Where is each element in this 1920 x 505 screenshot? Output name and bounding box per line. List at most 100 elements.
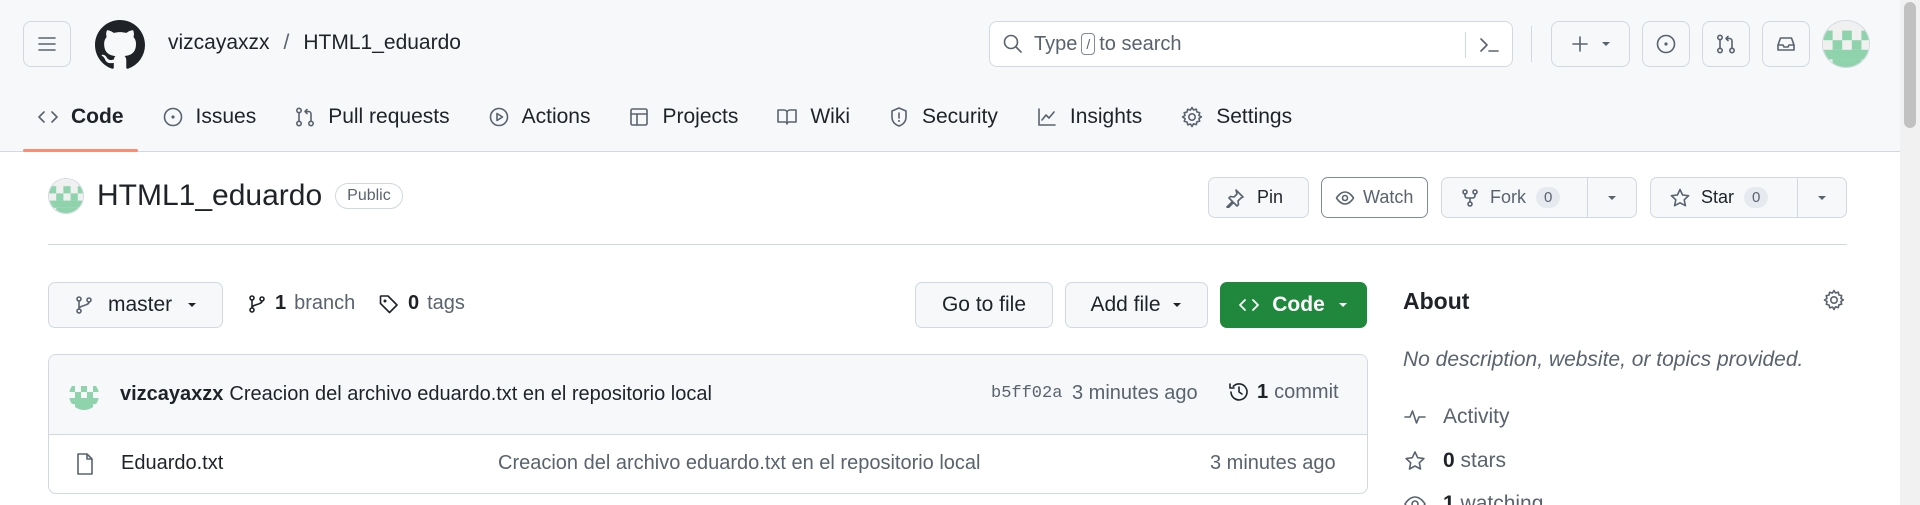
activity-link[interactable]: Activity — [1403, 405, 1510, 429]
add-file-button[interactable]: Add file — [1065, 282, 1208, 328]
file-commit-message[interactable]: Creacion del archivo eduardo.txt en el r… — [498, 452, 981, 475]
stars-count: 0 — [1443, 449, 1455, 472]
tab-code[interactable]: Code — [23, 96, 138, 152]
pin-label: Pin — [1257, 187, 1284, 207]
pulse-icon — [1404, 410, 1426, 424]
tab-pull-requests[interactable]: Pull requests — [280, 96, 463, 138]
tab-projects-label: Projects — [662, 105, 739, 128]
caret-down-icon — [1338, 303, 1347, 307]
plus-icon — [1571, 36, 1588, 52]
latest-commit: vizcayaxzx Creacion del archivo eduardo.… — [49, 355, 1367, 435]
fork-button[interactable]: Fork 0 — [1441, 177, 1637, 218]
eye-icon — [1404, 496, 1426, 505]
tab-settings[interactable]: Settings — [1166, 96, 1306, 138]
branches-label: branch — [294, 292, 356, 314]
commit-sha[interactable]: b5ff02a — [991, 384, 1062, 403]
inbox-button[interactable] — [1762, 21, 1810, 67]
tab-actions-label: Actions — [521, 105, 591, 128]
tab-security[interactable]: Security — [874, 96, 1012, 138]
commits-label: commit — [1274, 380, 1339, 403]
add-file-label: Add file — [1090, 293, 1161, 316]
tags-count: 0 — [408, 292, 420, 314]
breadcrumb-repo[interactable]: HTML1_eduardo — [303, 31, 461, 55]
repo-name[interactable]: HTML1_eduardo — [97, 179, 322, 213]
identicon-avatar-icon — [49, 179, 83, 213]
branch-selector[interactable]: master — [48, 282, 223, 328]
gear-icon — [1181, 106, 1203, 128]
go-to-file-label: Go to file — [941, 293, 1027, 316]
commits-link[interactable]: 1 commit — [1227, 380, 1339, 404]
star-count: 0 — [1744, 187, 1769, 208]
star-icon — [1670, 188, 1690, 206]
issue-opened-icon — [1656, 34, 1676, 54]
github-logo-icon[interactable] — [95, 20, 145, 70]
tab-issues[interactable]: Issues — [148, 96, 271, 138]
visibility-badge: Public — [335, 183, 403, 209]
shield-icon — [891, 107, 907, 127]
issue-opened-icon — [163, 107, 182, 127]
star-button[interactable]: Star 0 — [1650, 177, 1847, 218]
watching-count: 1 — [1443, 492, 1455, 505]
menu-button[interactable] — [23, 21, 71, 67]
tag-icon — [379, 294, 398, 313]
code-button[interactable]: Code — [1220, 282, 1367, 328]
fork-label: Fork — [1490, 187, 1526, 207]
commits-count: 1 — [1257, 380, 1269, 403]
git-pull-request-icon — [1716, 34, 1736, 54]
watching-link[interactable]: 1 watching — [1403, 492, 1543, 505]
about-description: No description, website, or topics provi… — [1403, 348, 1804, 371]
about-settings-button[interactable] — [1822, 288, 1846, 312]
caret-down-icon — [1818, 195, 1826, 200]
breadcrumb-owner[interactable]: vizcayaxzx — [168, 31, 270, 55]
git-branch-icon — [249, 294, 265, 313]
scrollbar-thumb[interactable] — [1904, 2, 1916, 128]
fork-main[interactable]: Fork 0 — [1442, 178, 1588, 217]
activity-label: Activity — [1443, 405, 1510, 428]
caret-down-icon — [1601, 42, 1610, 46]
star-main[interactable]: Star 0 — [1651, 178, 1798, 217]
divider — [48, 244, 1847, 245]
go-to-file-button[interactable]: Go to file — [915, 282, 1053, 328]
issues-button[interactable] — [1642, 21, 1690, 67]
fork-count: 0 — [1536, 187, 1561, 208]
commit-author-avatar[interactable] — [69, 379, 99, 410]
identicon-avatar-icon — [69, 379, 99, 410]
command-palette-icon[interactable] — [1476, 32, 1502, 58]
file-icon — [77, 453, 93, 475]
tab-insights[interactable]: Insights — [1022, 96, 1156, 138]
repo-owner-avatar[interactable] — [48, 178, 84, 214]
search-icon — [1003, 34, 1022, 53]
tab-wiki[interactable]: Wiki — [762, 96, 864, 138]
git-pull-request-icon — [296, 107, 315, 127]
tab-actions[interactable]: Actions — [474, 96, 605, 138]
graph-icon — [1038, 108, 1056, 126]
search-input[interactable]: Type / to search — [989, 21, 1513, 67]
file-name[interactable]: Eduardo.txt — [121, 452, 223, 475]
stars-link[interactable]: 0 stars — [1403, 449, 1506, 473]
user-avatar[interactable] — [1822, 20, 1870, 68]
tab-security-label: Security — [922, 105, 998, 128]
table-icon — [630, 108, 649, 126]
tab-wiki-label: Wiki — [810, 105, 850, 128]
watch-button[interactable]: Watch — [1321, 177, 1428, 218]
branches-link[interactable]: 1 branch — [247, 292, 355, 315]
identicon-avatar-icon — [1823, 21, 1869, 67]
commit-message[interactable]: Creacion del archivo eduardo.txt en el r… — [229, 383, 712, 406]
tags-label: tags — [427, 292, 465, 314]
watch-label: Watch — [1363, 187, 1414, 207]
star-icon — [1405, 451, 1425, 470]
table-row[interactable]: Eduardo.txt Creacion del archivo eduardo… — [49, 435, 1367, 493]
star-dropdown[interactable] — [1798, 178, 1846, 217]
tags-link[interactable]: 0 tags — [378, 292, 465, 315]
pull-requests-button[interactable] — [1702, 21, 1750, 67]
fork-dropdown[interactable] — [1588, 178, 1636, 217]
pin-button[interactable]: Pin — [1208, 177, 1309, 218]
tab-projects[interactable]: Projects — [614, 96, 752, 138]
eye-icon — [1335, 190, 1355, 205]
tab-insights-label: Insights — [1069, 105, 1143, 128]
page-scrollbar[interactable] — [1900, 0, 1920, 505]
commit-author[interactable]: vizcayaxzx — [120, 383, 223, 406]
search-shortcut-key: / — [1081, 33, 1096, 55]
create-new-button[interactable] — [1551, 21, 1630, 67]
hamburger-icon — [38, 37, 56, 51]
